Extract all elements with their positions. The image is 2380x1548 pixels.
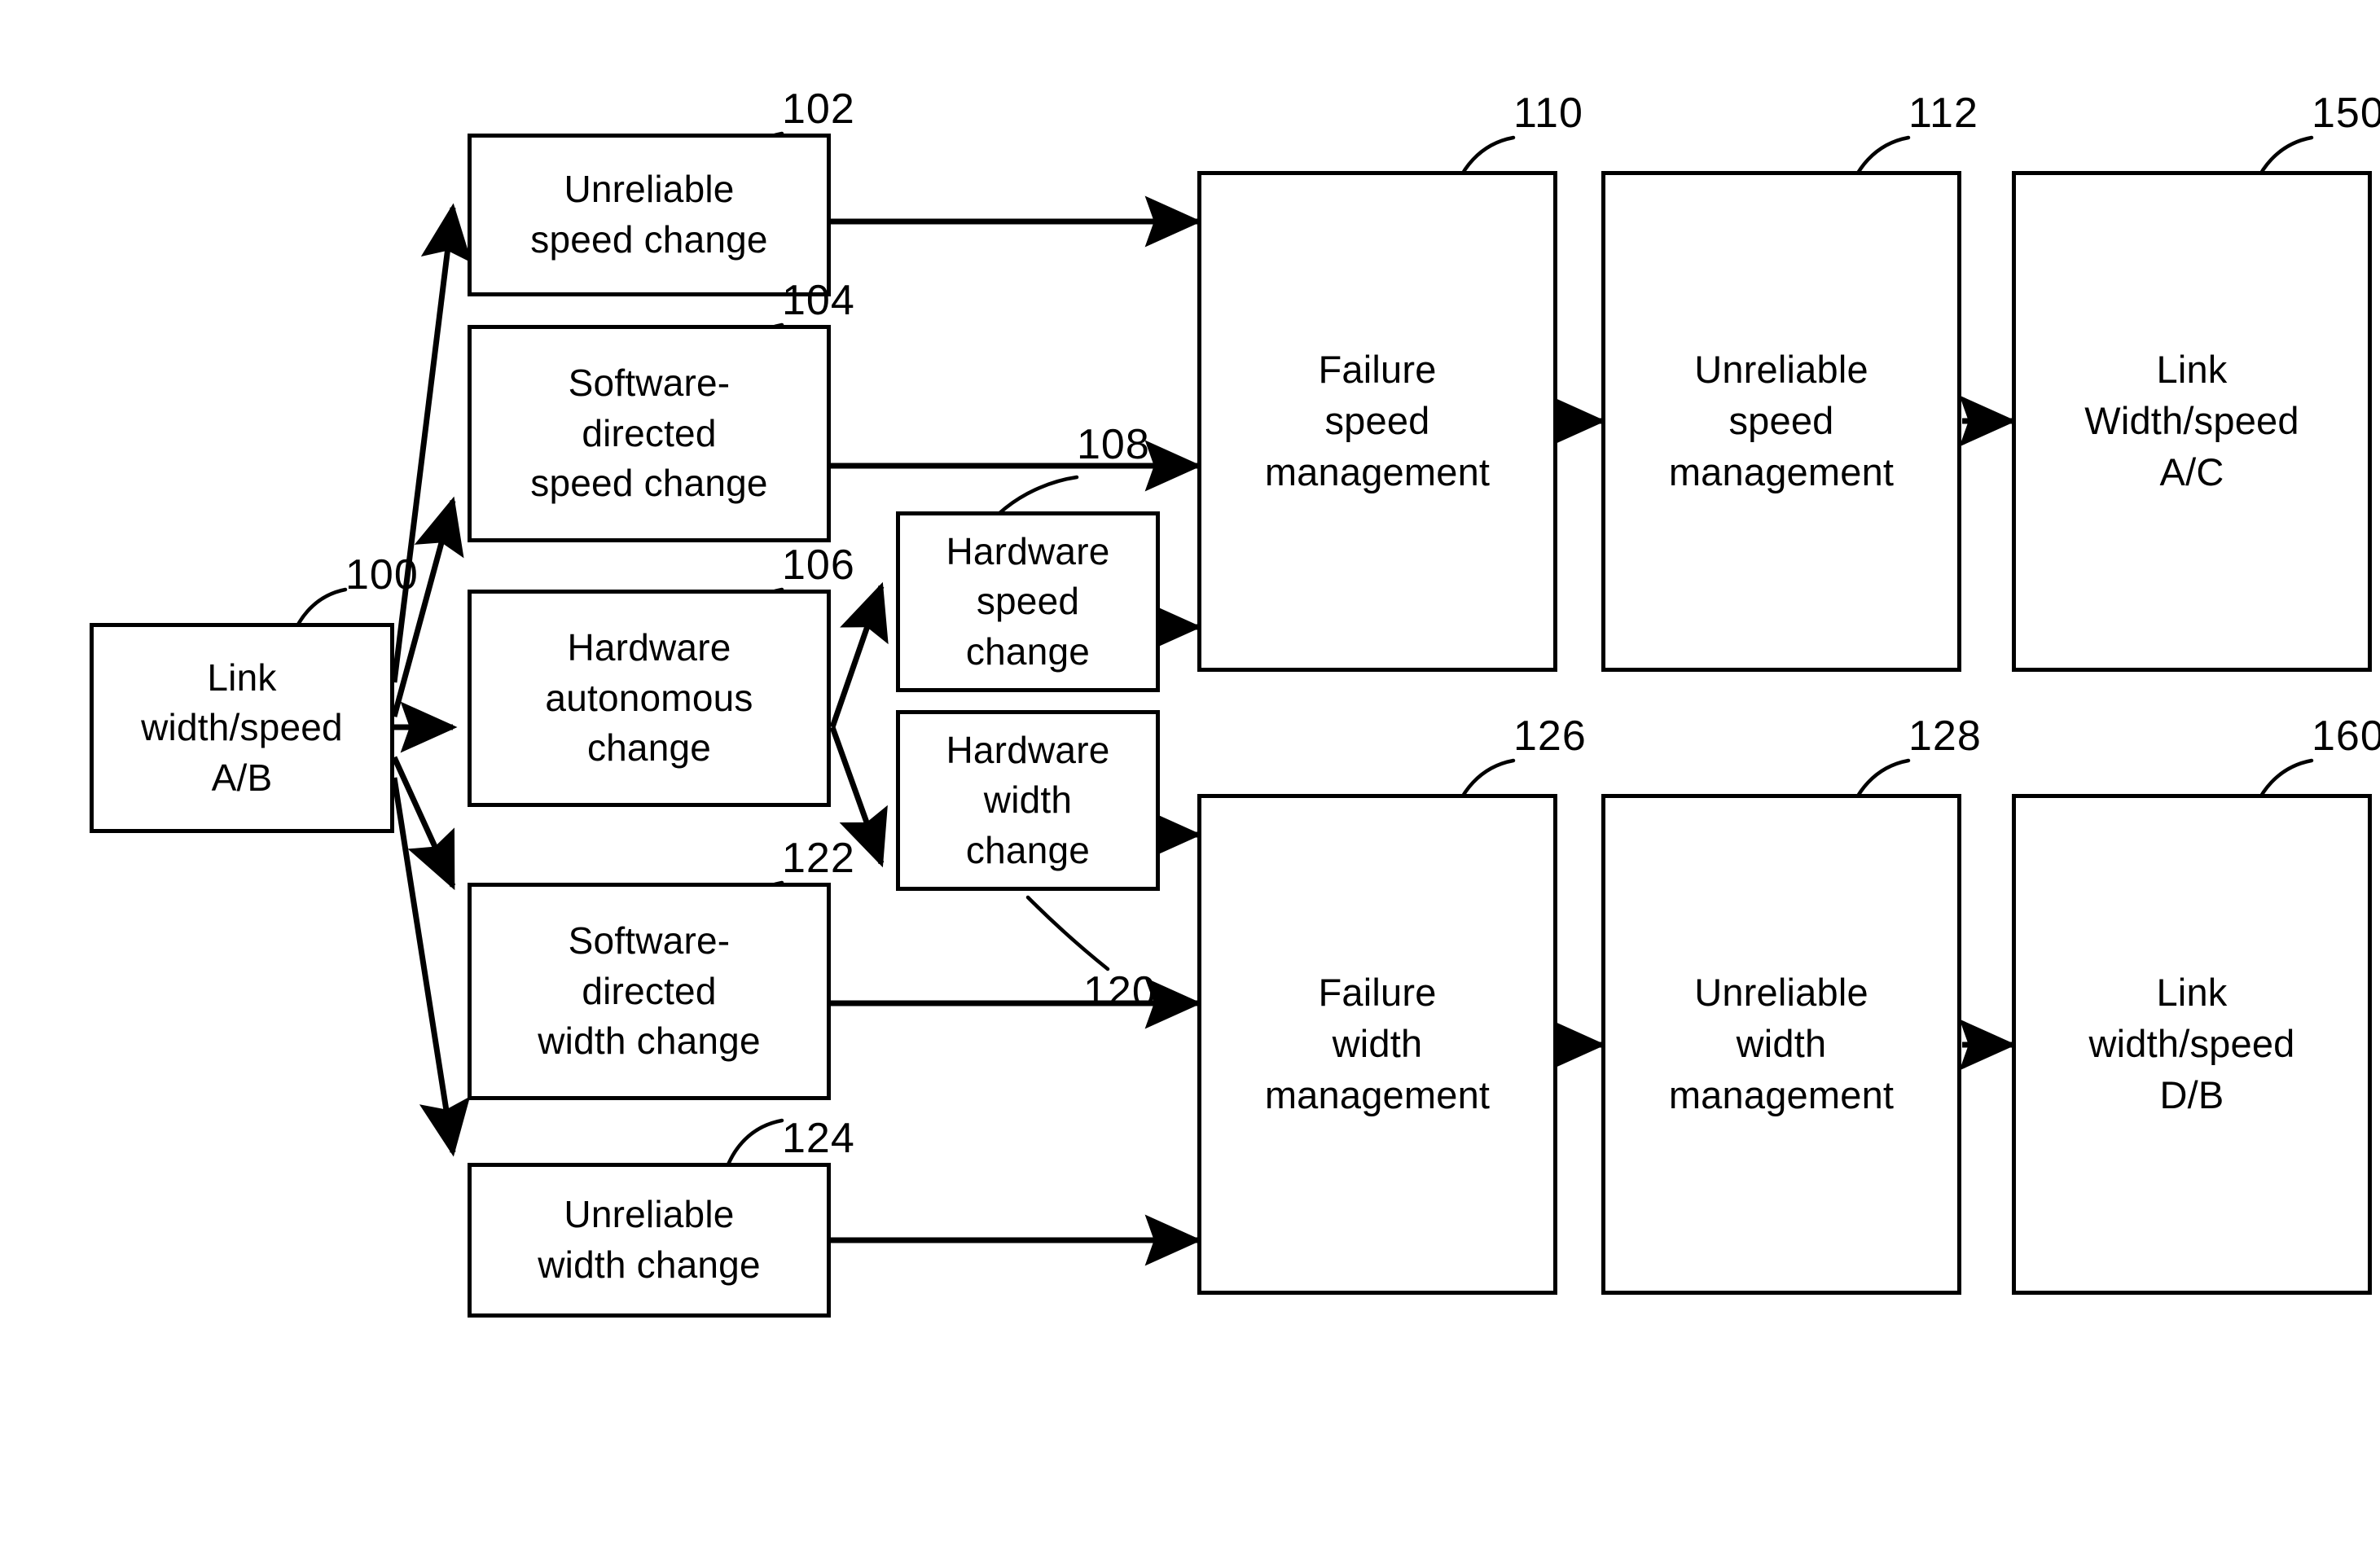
ref-label-160: 160 (2312, 713, 2380, 760)
box-hardware-width-change[interactable]: Hardware width change (896, 710, 1160, 891)
ref-label-106: 106 (782, 542, 855, 589)
ref-label-110: 110 (1513, 90, 1583, 137)
ref-label-112: 112 (1908, 90, 1978, 137)
box-link-width-speed-ab[interactable]: Link width/speed A/B (90, 623, 394, 833)
box-failure-width-management[interactable]: Failure width management (1197, 794, 1557, 1295)
ref-label-108: 108 (1077, 421, 1150, 468)
ref-label-124: 124 (782, 1115, 855, 1162)
arrow-source-to-104 (391, 496, 464, 717)
leader-120 (1025, 895, 1110, 971)
ref-label-120: 120 (1083, 968, 1157, 1015)
ref-label-100: 100 (345, 551, 419, 599)
box-hardware-speed-change[interactable]: Hardware speed change (896, 511, 1160, 692)
arrow-source-to-124 (391, 777, 471, 1157)
box-unreliable-width-change[interactable]: Unreliable width change (468, 1163, 831, 1318)
box-hardware-autonomous-change[interactable]: Hardware autonomous change (468, 590, 831, 807)
box-link-width-speed-db[interactable]: Link width/speed D/B (2012, 794, 2372, 1295)
ref-label-104: 104 (782, 277, 855, 324)
patent-figure: Link width/speed A/B 100 Unreliable spee… (0, 0, 2380, 1548)
box-software-directed-speed-change[interactable]: Software- directed speed change (468, 325, 831, 542)
ref-label-126: 126 (1513, 713, 1587, 760)
arrow-106-to-108 (829, 581, 889, 729)
ref-label-102: 102 (782, 86, 855, 133)
box-link-width-speed-ac[interactable]: Link Width/speed A/C (2012, 171, 2372, 672)
box-unreliable-speed-change[interactable]: Unreliable speed change (468, 134, 831, 296)
ref-label-128: 128 (1908, 713, 1982, 760)
ref-label-150: 150 (2312, 90, 2380, 137)
box-unreliable-width-management[interactable]: Unreliable width management (1601, 794, 1961, 1295)
arrow-source-to-102 (391, 203, 472, 683)
arrow-source-to-122 (391, 756, 456, 891)
box-software-directed-width-change[interactable]: Software- directed width change (468, 883, 831, 1100)
ref-label-122: 122 (782, 835, 855, 882)
box-failure-speed-management[interactable]: Failure speed management (1197, 171, 1557, 672)
box-unreliable-speed-management[interactable]: Unreliable speed management (1601, 171, 1961, 672)
